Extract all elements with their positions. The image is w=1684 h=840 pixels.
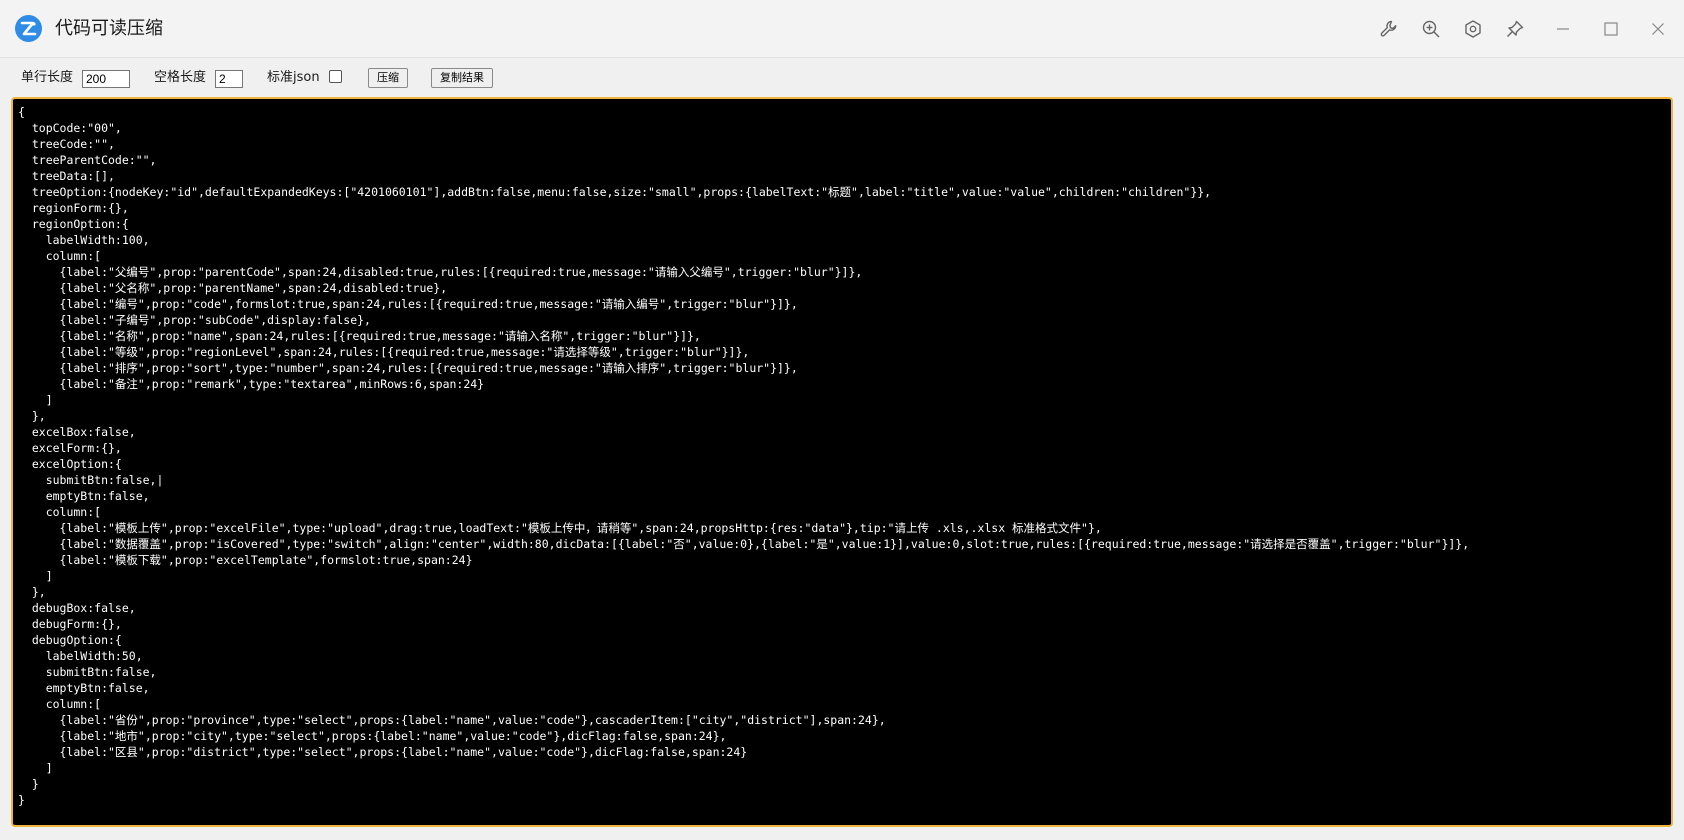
options-toolbar: 单行长度 空格长度 标准json 压缩 复制结果	[0, 58, 1684, 96]
standard-json-checkbox[interactable]	[329, 70, 342, 83]
close-icon[interactable]	[1643, 14, 1673, 44]
standard-json-label: 标准json	[267, 70, 320, 85]
app-title: 代码可读压缩	[55, 18, 163, 39]
indent-length-input[interactable]	[215, 70, 243, 88]
minimize-icon[interactable]	[1548, 14, 1578, 44]
app-logo-icon	[15, 15, 42, 42]
title-bar: 代码可读压缩	[0, 0, 1684, 58]
copy-result-button[interactable]: 复制结果	[431, 68, 493, 88]
compress-button[interactable]: 压缩	[368, 68, 408, 88]
settings-icon[interactable]	[1458, 14, 1488, 44]
line-length-label: 单行长度	[21, 70, 74, 85]
app-window: 代码可读压缩 单行长度 200 空格长度 2 标准json 压缩 复制结果 {…	[0, 0, 1684, 840]
zoom-in-icon[interactable]	[1416, 14, 1446, 44]
pin-icon[interactable]	[1500, 14, 1530, 44]
line-length-input[interactable]	[82, 70, 130, 88]
maximize-icon[interactable]	[1596, 14, 1626, 44]
code-text[interactable]: { topCode:"00", treeCode:"", treeParentC…	[13, 99, 1671, 808]
wrench-icon[interactable]	[1374, 14, 1404, 44]
indent-length-label: 空格长度	[154, 70, 207, 85]
code-editor[interactable]: { topCode:"00", treeCode:"", treeParentC…	[11, 97, 1673, 827]
